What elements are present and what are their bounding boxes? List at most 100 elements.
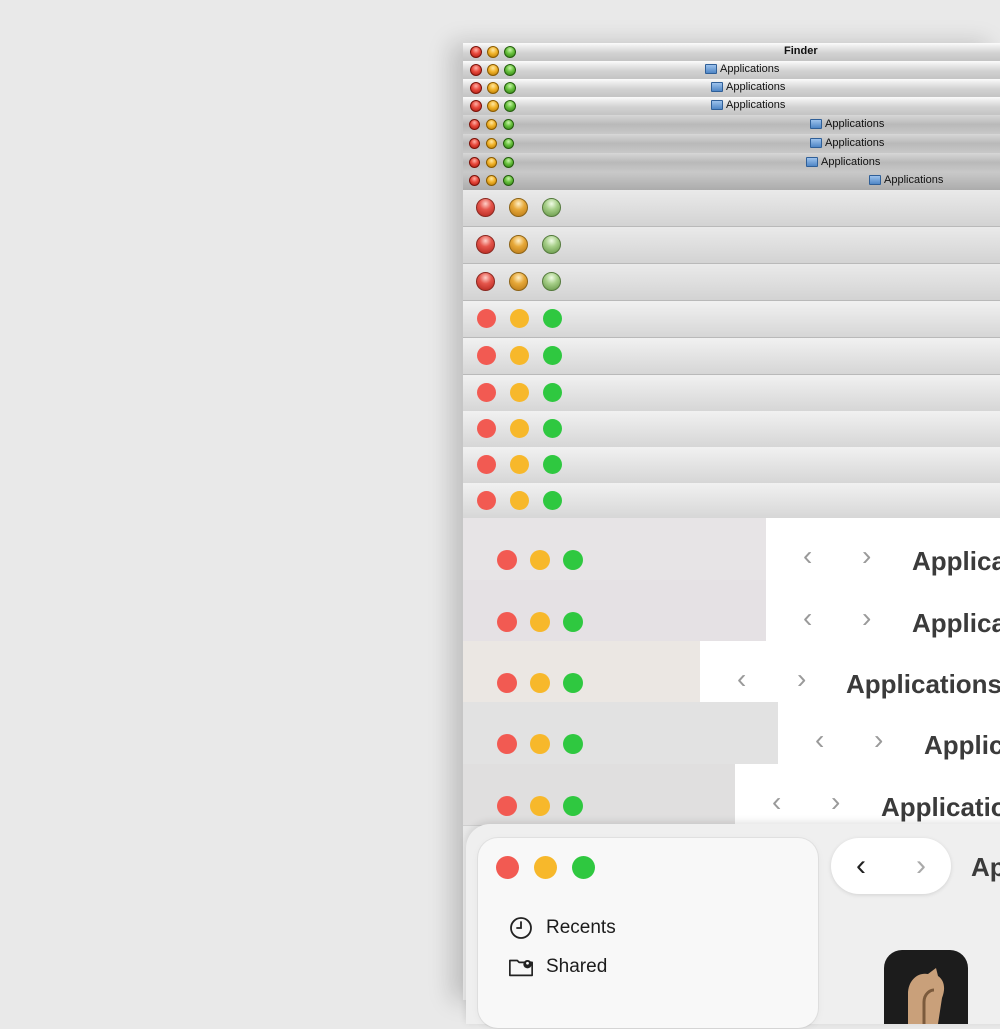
traffic-lights [476,235,561,254]
titlebar: Applications [463,153,1000,173]
close-button[interactable] [469,119,480,130]
window-title: Applications [810,137,884,149]
minimize-button[interactable] [510,455,529,474]
zoom-button[interactable] [504,100,516,112]
close-button[interactable] [496,856,519,879]
close-button[interactable] [497,550,517,570]
minimize-button[interactable] [486,175,497,186]
minimize-button[interactable] [510,383,529,402]
close-button[interactable] [477,309,496,328]
zoom-button[interactable] [542,198,561,217]
close-button[interactable] [477,419,496,438]
minimize-button[interactable] [510,491,529,510]
sidebar-item-shared[interactable]: Shared [508,954,607,980]
minimize-button[interactable] [487,82,499,94]
minimize-button[interactable] [530,612,550,632]
minimize-button[interactable] [509,235,528,254]
back-button[interactable]: ‹ [772,786,781,818]
minimize-button[interactable] [509,272,528,291]
zoom-button[interactable] [503,157,514,168]
close-button[interactable] [470,64,482,76]
close-button[interactable] [469,138,480,149]
minimize-button[interactable] [487,46,499,58]
titlebar: Applications [463,97,1000,116]
forward-button[interactable]: › [797,663,806,695]
forward-button[interactable]: › [874,724,883,756]
close-button[interactable] [470,46,482,58]
zoom-button[interactable] [504,46,516,58]
traffic-lights [470,64,516,76]
minimize-button[interactable] [534,856,557,879]
close-button[interactable] [497,612,517,632]
close-button[interactable] [469,175,480,186]
zoom-button[interactable] [542,272,561,291]
minimize-button[interactable] [487,64,499,76]
close-button[interactable] [476,272,495,291]
traffic-lights [469,119,514,130]
zoom-button[interactable] [543,419,562,438]
zoom-button[interactable] [563,550,583,570]
titlebar: Applications [463,61,1000,80]
titlebar: Applications [463,115,1000,135]
zoom-button[interactable] [543,383,562,402]
zoom-button[interactable] [543,346,562,365]
window-title: Applications [869,174,943,186]
close-button[interactable] [497,796,517,816]
sidebar-item-recents[interactable]: Recents [508,915,616,941]
minimize-button[interactable] [510,419,529,438]
back-button[interactable]: ‹ [831,838,891,894]
zoom-button[interactable] [572,856,595,879]
close-button[interactable] [497,734,517,754]
zoom-button[interactable] [563,673,583,693]
zoom-button[interactable] [563,796,583,816]
zoom-button[interactable] [563,734,583,754]
minimize-button[interactable] [486,119,497,130]
zoom-button[interactable] [542,235,561,254]
close-button[interactable] [476,198,495,217]
zoom-button[interactable] [504,64,516,76]
minimize-button[interactable] [510,309,529,328]
zoom-button[interactable] [503,138,514,149]
back-button[interactable]: ‹ [815,724,824,756]
close-button[interactable] [477,383,496,402]
close-button[interactable] [469,157,480,168]
zoom-button[interactable] [503,175,514,186]
minimize-button[interactable] [486,157,497,168]
minimize-button[interactable] [530,734,550,754]
zoom-button[interactable] [543,455,562,474]
forward-button[interactable]: › [891,838,951,894]
back-button[interactable]: ‹ [737,663,746,695]
close-button[interactable] [470,100,482,112]
window-title: Ap [971,852,1000,883]
window-title: Applications [705,63,779,75]
zoom-button[interactable] [563,612,583,632]
traffic-lights [497,550,583,570]
minimize-button[interactable] [510,346,529,365]
minimize-button[interactable] [487,100,499,112]
zoom-button[interactable] [504,82,516,94]
traffic-lights [477,455,562,474]
zoom-button[interactable] [503,119,514,130]
traffic-lights [497,612,583,632]
minimize-button[interactable] [530,796,550,816]
back-button[interactable]: ‹ [803,602,812,634]
close-button[interactable] [470,82,482,94]
forward-button[interactable]: › [862,540,871,572]
minimize-button[interactable] [486,138,497,149]
window-title: Applications [810,118,884,130]
zoom-button[interactable] [543,491,562,510]
zoom-button[interactable] [543,309,562,328]
minimize-button[interactable] [530,673,550,693]
close-button[interactable] [477,346,496,365]
folder-icon [711,100,723,110]
close-button[interactable] [477,455,496,474]
minimize-button[interactable] [509,198,528,217]
forward-button[interactable]: › [862,602,871,634]
titlebar: Applications [463,79,1000,98]
forward-button[interactable]: › [831,786,840,818]
minimize-button[interactable] [530,550,550,570]
back-button[interactable]: ‹ [803,540,812,572]
close-button[interactable] [477,491,496,510]
close-button[interactable] [497,673,517,693]
close-button[interactable] [476,235,495,254]
